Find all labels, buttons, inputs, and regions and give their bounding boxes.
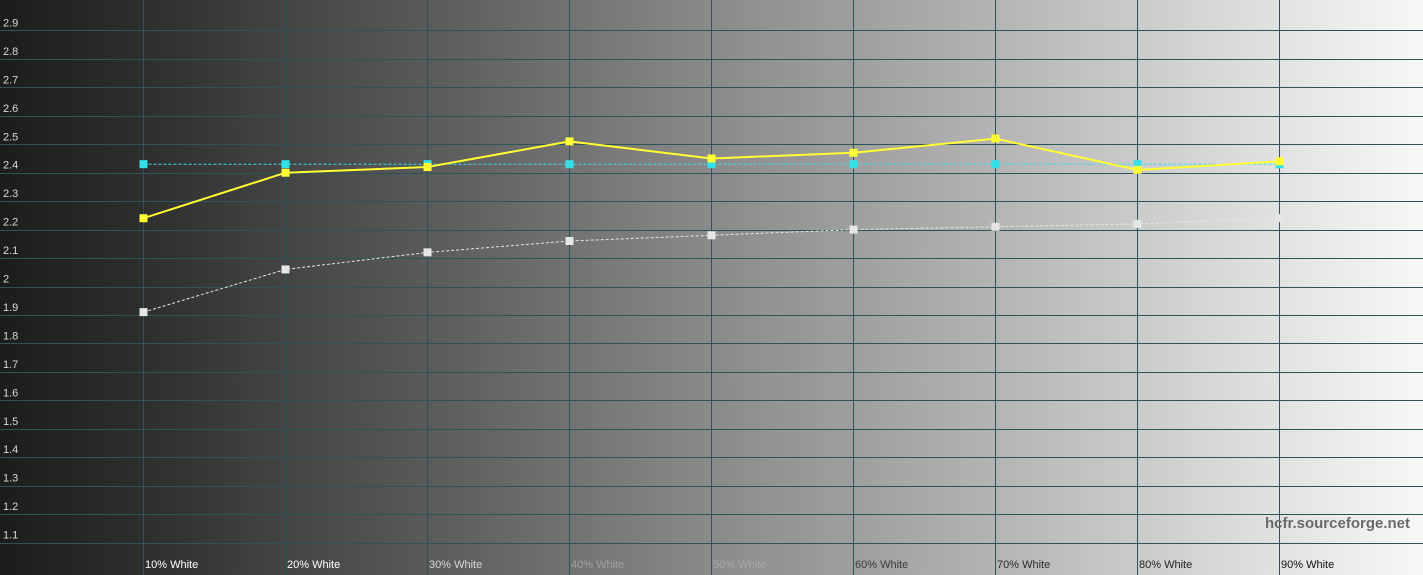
data-point [1133,219,1142,228]
x-tick-label: 30% White [429,559,482,571]
y-tick-label: 2.8 [3,46,18,58]
data-point [991,222,1000,231]
x-tick-label: 90% White [1281,559,1334,571]
data-point [1275,157,1284,166]
data-point [565,236,574,245]
y-tick-label: 2 [3,274,9,286]
x-tick-label: 70% White [997,559,1050,571]
y-tick-label: 1.5 [3,416,18,428]
y-tick-label: 2.3 [3,188,18,200]
watermark: hcfr.sourceforge.net [1265,515,1410,532]
data-point [707,231,716,240]
y-tick-label: 1.8 [3,330,18,342]
data-point [281,160,290,169]
y-tick-label: 2.6 [3,103,18,115]
data-point [281,265,290,274]
y-tick-label: 2.5 [3,131,18,143]
data-point [423,248,432,257]
data-point [849,148,858,157]
y-tick-label: 1.9 [3,302,18,314]
y-tick-label: 2.2 [3,217,18,229]
data-point [423,163,432,172]
y-tick-label: 1.2 [3,501,18,513]
gamma-chart: 1.1 1.2 1.3 1.4 1.5 1.6 1.7 1.8 1.9 2 2.1 2.2 2.3 2.4… [0,0,1423,575]
y-tick-label: 1.7 [3,359,18,371]
data-point [565,137,574,146]
data-point [139,308,148,317]
data-point [991,134,1000,143]
x-tick-label: 80% White [1139,559,1192,571]
data-point [139,214,148,223]
data-point [139,160,148,169]
y-tick-label: 2.4 [3,160,18,172]
data-point [565,160,574,169]
x-tick-label: 60% White [855,559,908,571]
y-tick-label: 2.9 [3,17,18,29]
data-point [1275,214,1284,223]
data-point [991,160,1000,169]
y-tick-label: 1.3 [3,473,18,485]
y-tick-label: 1.1 [3,530,18,542]
data-point [1133,165,1142,174]
x-tick-label: 10% White [145,559,198,571]
data-point [849,225,858,234]
y-tick-label: 1.4 [3,444,18,456]
data-point [281,168,290,177]
y-tick-label: 2.7 [3,74,18,86]
x-tick-label: 20% White [287,559,340,571]
x-tick-label: 40% White [571,559,624,571]
y-tick-label: 2.1 [3,245,18,257]
x-axis-ticks: 10% White 20% White 30% White 40% White 50% … [145,559,1334,571]
data-point [707,154,716,163]
y-tick-label: 1.6 [3,387,18,399]
x-tick-label: 50% White [713,559,766,571]
data-point [849,160,858,169]
